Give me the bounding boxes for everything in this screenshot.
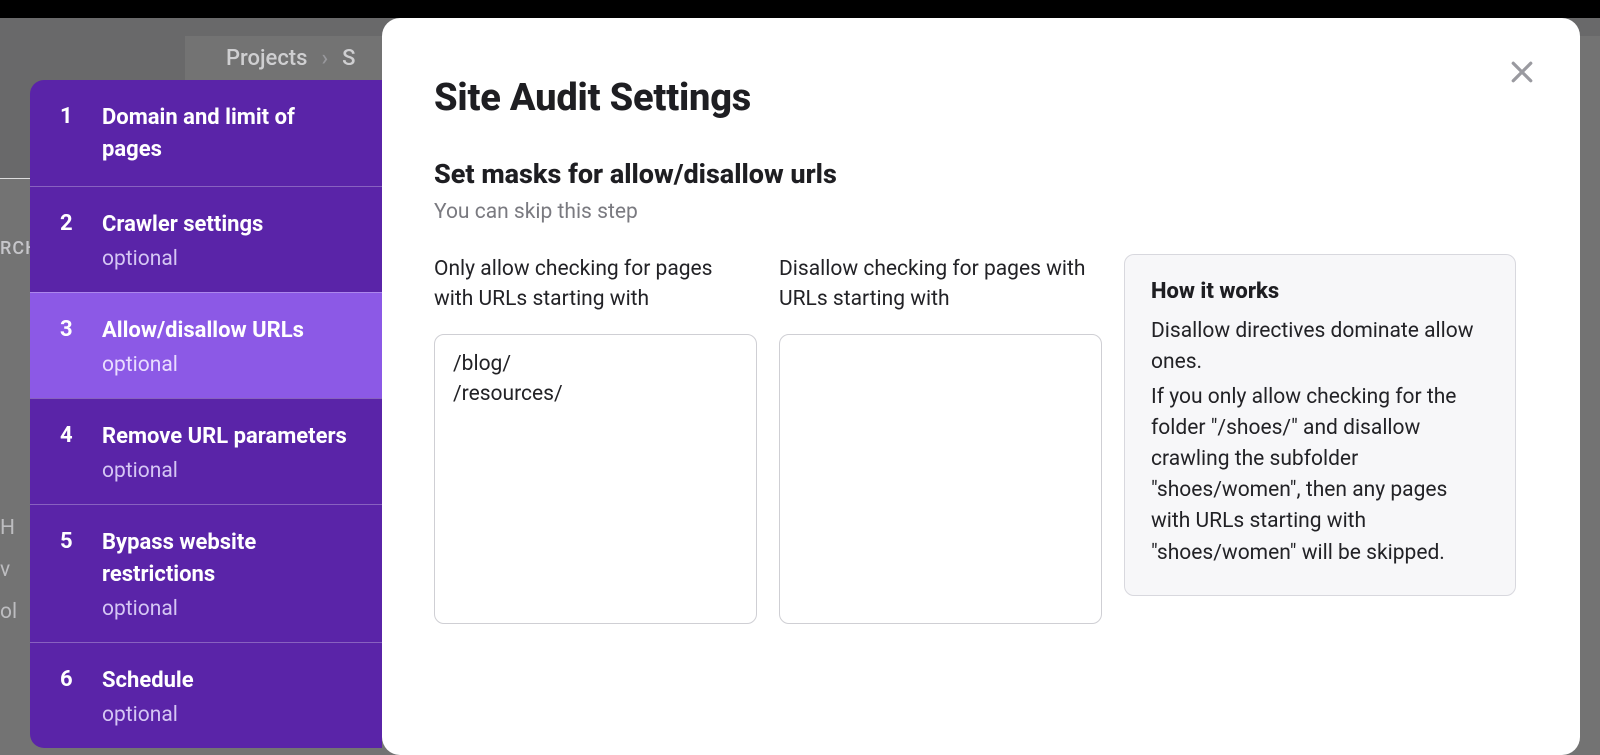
disallow-column: Disallow checking for pages with URLs st… [779, 254, 1102, 624]
wizard-step-schedule[interactable]: 6 Schedule optional [30, 642, 382, 748]
sidebar-item-fragment: H [0, 516, 15, 540]
wizard-step-remove-url-parameters[interactable]: 4 Remove URL parameters optional [30, 398, 382, 504]
step-title: Remove URL parameters [102, 421, 347, 453]
step-optional-label: optional [102, 247, 263, 272]
step-optional-label: optional [102, 459, 347, 484]
step-number: 2 [60, 209, 74, 240]
skip-hint: You can skip this step [434, 200, 1516, 224]
step-optional-label: optional [102, 353, 304, 378]
wizard-step-crawler-settings[interactable]: 2 Crawler settings optional [30, 186, 382, 292]
info-text: Disallow directives dominate allow ones. [1151, 316, 1489, 378]
step-number: 4 [60, 421, 74, 452]
panel-subtitle: Set masks for allow/disallow urls [434, 158, 1516, 190]
step-title: Domain and limit of pages [102, 102, 352, 166]
how-it-works-box: How it works Disallow directives dominat… [1124, 254, 1516, 596]
wizard-step-allow-disallow-urls[interactable]: 3 Allow/disallow URLs optional [30, 292, 382, 398]
wizard-step-domain-and-limit[interactable]: 1 Domain and limit of pages [30, 80, 382, 186]
step-number: 3 [60, 315, 74, 346]
wizard-step-bypass-website-restrictions[interactable]: 5 Bypass website restrictions optional [30, 504, 382, 642]
info-title: How it works [1151, 279, 1489, 304]
allow-label: Only allow checking for pages with URLs … [434, 254, 757, 318]
step-optional-label: optional [102, 597, 352, 622]
disallow-urls-textarea[interactable] [779, 334, 1102, 624]
panel-title: Site Audit Settings [434, 76, 1516, 120]
allow-urls-textarea[interactable] [434, 334, 757, 624]
step-number: 1 [60, 102, 74, 133]
step-title: Allow/disallow URLs [102, 315, 304, 347]
sidebar-item-fragment: ol [0, 600, 17, 624]
allow-column: Only allow checking for pages with URLs … [434, 254, 757, 624]
close-icon [1507, 57, 1537, 87]
info-text: If you only allow checking for the folde… [1151, 382, 1489, 568]
wizard-steps-nav: 1 Domain and limit of pages 2 Crawler se… [30, 80, 382, 748]
disallow-label: Disallow checking for pages with URLs st… [779, 254, 1102, 318]
wizard-panel: Site Audit Settings Set masks for allow/… [382, 18, 1580, 755]
step-title: Bypass website restrictions [102, 527, 352, 591]
step-number: 5 [60, 527, 74, 558]
step-optional-label: optional [102, 703, 194, 728]
site-audit-settings-modal: 1 Domain and limit of pages 2 Crawler se… [30, 18, 1580, 755]
close-button[interactable] [1504, 54, 1540, 90]
step-number: 6 [60, 665, 74, 696]
step-title: Crawler settings [102, 209, 263, 241]
step-title: Schedule [102, 665, 194, 697]
sidebar-item-fragment: v [0, 558, 10, 582]
